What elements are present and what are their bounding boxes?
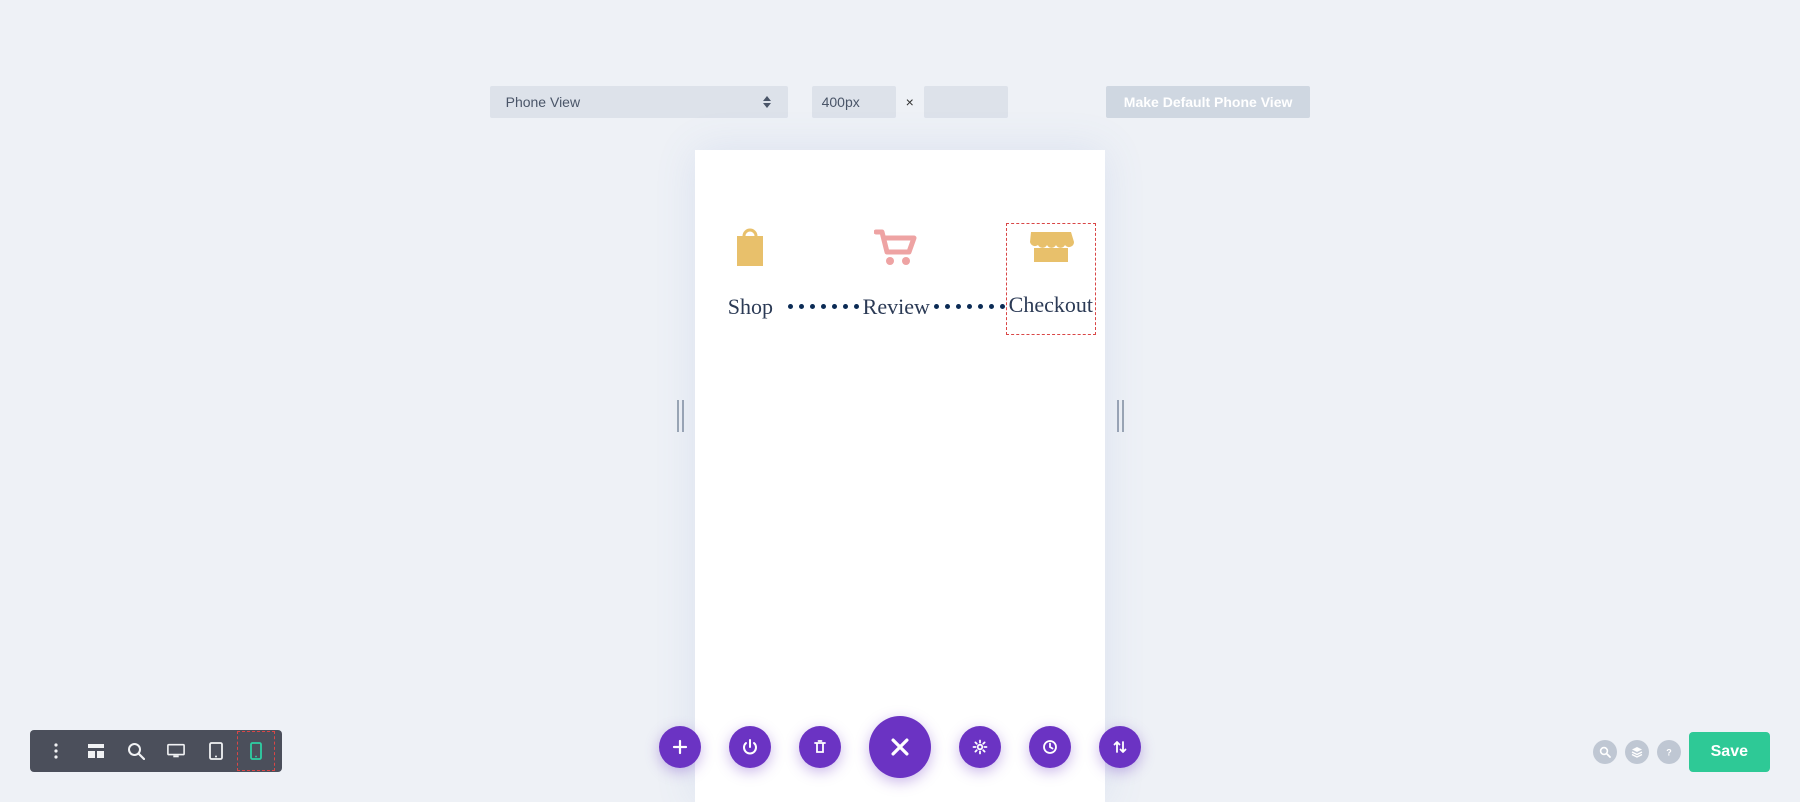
help-icon: ? <box>1663 746 1675 758</box>
step-label: Shop <box>728 294 773 320</box>
preview-canvas-wrap: Shop Review <box>695 150 1105 802</box>
chevron-sort-icon <box>762 95 772 109</box>
close-icon <box>889 736 911 758</box>
trash-button[interactable] <box>799 726 841 768</box>
resize-handle-right[interactable] <box>1113 400 1127 432</box>
sort-icon <box>1112 739 1128 755</box>
save-button[interactable]: Save <box>1689 732 1770 772</box>
shopping-bag-icon <box>733 228 767 268</box>
dimensions-group: 400px × <box>812 86 1008 118</box>
search-icon <box>1599 746 1611 758</box>
height-input[interactable] <box>924 86 1008 118</box>
more-icon[interactable] <box>36 730 76 772</box>
view-switch-toolbar <box>30 730 282 772</box>
step-shop[interactable]: Shop <box>713 228 788 320</box>
power-button[interactable] <box>729 726 771 768</box>
wireframe-icon[interactable] <box>76 730 116 772</box>
step-label: Review <box>863 294 930 320</box>
step-connector-dots <box>934 304 1005 309</box>
svg-text:?: ? <box>1666 748 1672 758</box>
tablet-icon[interactable] <box>196 730 236 772</box>
search-button[interactable] <box>1593 740 1617 764</box>
width-value: 400px <box>822 94 860 110</box>
step-review[interactable]: Review <box>859 228 934 320</box>
main-action-toolbar <box>659 716 1141 778</box>
layers-button[interactable] <box>1625 740 1649 764</box>
make-default-phone-view-button[interactable]: Make Default Phone View <box>1106 86 1311 118</box>
zoom-icon[interactable] <box>116 730 156 772</box>
add-icon <box>672 739 688 755</box>
phone-icon[interactable] <box>236 730 276 772</box>
cart-icon <box>874 228 918 268</box>
bottom-right-toolbar: ? Save <box>1593 732 1770 772</box>
step-label: Checkout <box>1009 292 1093 318</box>
top-controls: Phone View 400px × Make Default Phone Vi… <box>0 86 1800 118</box>
sort-button[interactable] <box>1099 726 1141 768</box>
preview-canvas[interactable]: Shop Review <box>695 150 1105 802</box>
gear-icon <box>972 739 988 755</box>
resize-handle-left[interactable] <box>673 400 687 432</box>
step-connector-dots <box>788 304 859 309</box>
clock-icon <box>1042 739 1058 755</box>
dimension-separator: × <box>906 94 914 110</box>
settings-button[interactable] <box>959 726 1001 768</box>
width-input[interactable]: 400px <box>812 86 896 118</box>
storefront-icon <box>1027 226 1075 266</box>
add-button[interactable] <box>659 726 701 768</box>
trash-icon <box>812 739 828 755</box>
view-mode-select[interactable]: Phone View <box>490 86 788 118</box>
layers-icon <box>1631 746 1643 758</box>
desktop-icon[interactable] <box>156 730 196 772</box>
make-default-label: Make Default Phone View <box>1124 94 1293 110</box>
power-icon <box>742 739 758 755</box>
step-checkout[interactable]: Checkout <box>1005 222 1097 336</box>
view-mode-label: Phone View <box>506 94 580 110</box>
save-label: Save <box>1711 743 1748 761</box>
close-button[interactable] <box>869 716 931 778</box>
history-button[interactable] <box>1029 726 1071 768</box>
help-button[interactable]: ? <box>1657 740 1681 764</box>
checkout-steps-row: Shop Review <box>713 228 1087 336</box>
